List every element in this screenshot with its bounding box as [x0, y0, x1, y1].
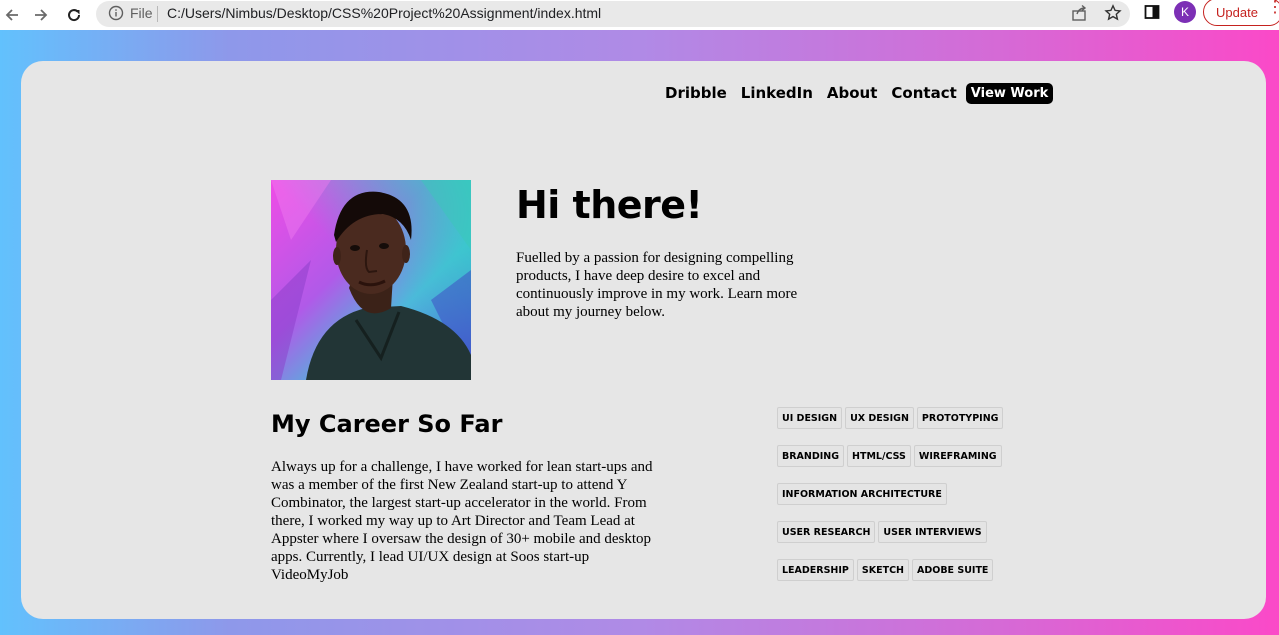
skill-tag: ADOBE SUITE: [912, 559, 994, 581]
skill-tag: USER RESEARCH: [777, 521, 876, 543]
skill-tag: USER INTERVIEWS: [878, 521, 987, 543]
profile-photo: [271, 180, 471, 380]
view-work-button[interactable]: View Work: [965, 82, 1054, 104]
skills-row: USER RESEARCH USER INTERVIEWS: [777, 521, 1017, 559]
skills-list: UI DESIGN UX DESIGN PROTOTYPING BRANDING…: [777, 407, 1017, 597]
skill-tag: BRANDING: [777, 445, 845, 467]
skill-tag: UX DESIGN: [845, 407, 914, 429]
skill-tag: LEADERSHIP: [777, 559, 854, 581]
hero-description: Fuelled by a passion for designing compe…: [516, 250, 798, 320]
skill-tag: WIREFRAMING: [913, 445, 1002, 467]
file-scheme-label: File: [130, 5, 153, 21]
skill-tag: HTML/CSS: [847, 445, 911, 467]
nav-link-linkedin[interactable]: LinkedIn: [741, 84, 813, 102]
side-panel-icon[interactable]: [1144, 4, 1162, 22]
top-nav: Dribble LinkedIn About Contact View Work: [665, 81, 1054, 105]
skills-row: UI DESIGN UX DESIGN PROTOTYPING: [777, 407, 1017, 445]
forward-icon[interactable]: [29, 3, 53, 27]
back-icon[interactable]: [0, 3, 24, 27]
skill-tag: PROTOTYPING: [916, 407, 1004, 429]
info-icon[interactable]: [108, 5, 126, 23]
reload-icon[interactable]: [62, 3, 86, 27]
menu-dots-icon[interactable]: ⋮: [1267, 0, 1279, 16]
address-separator: [157, 6, 158, 22]
career-description: Always up for a challenge, I have worked…: [271, 459, 653, 583]
career-title: My Career So Far: [271, 410, 503, 438]
skill-tag: INFORMATION ARCHITECTURE: [777, 483, 947, 505]
page-viewport: Dribble LinkedIn About Contact View Work: [0, 30, 1279, 635]
skills-row: LEADERSHIP SKETCH ADOBE SUITE: [777, 559, 1017, 597]
share-icon[interactable]: [1071, 4, 1091, 24]
bookmark-star-icon[interactable]: [1104, 4, 1124, 24]
skill-tag: SKETCH: [856, 559, 909, 581]
nav-link-dribble[interactable]: Dribble: [665, 84, 727, 102]
url-text[interactable]: C:/Users/Nimbus/Desktop/CSS%20Project%20…: [167, 5, 601, 21]
browser-toolbar: File C:/Users/Nimbus/Desktop/CSS%20Proje…: [0, 0, 1279, 30]
nav-link-contact[interactable]: Contact: [891, 84, 956, 102]
hero-title: Hi there!: [516, 183, 703, 227]
skill-tag: UI DESIGN: [777, 407, 843, 429]
portfolio-card: Dribble LinkedIn About Contact View Work: [21, 61, 1266, 619]
profile-avatar[interactable]: K: [1174, 1, 1196, 23]
skills-row: BRANDING HTML/CSS WIREFRAMING: [777, 445, 1017, 483]
skills-row: INFORMATION ARCHITECTURE: [777, 483, 1017, 521]
nav-link-about[interactable]: About: [827, 84, 878, 102]
